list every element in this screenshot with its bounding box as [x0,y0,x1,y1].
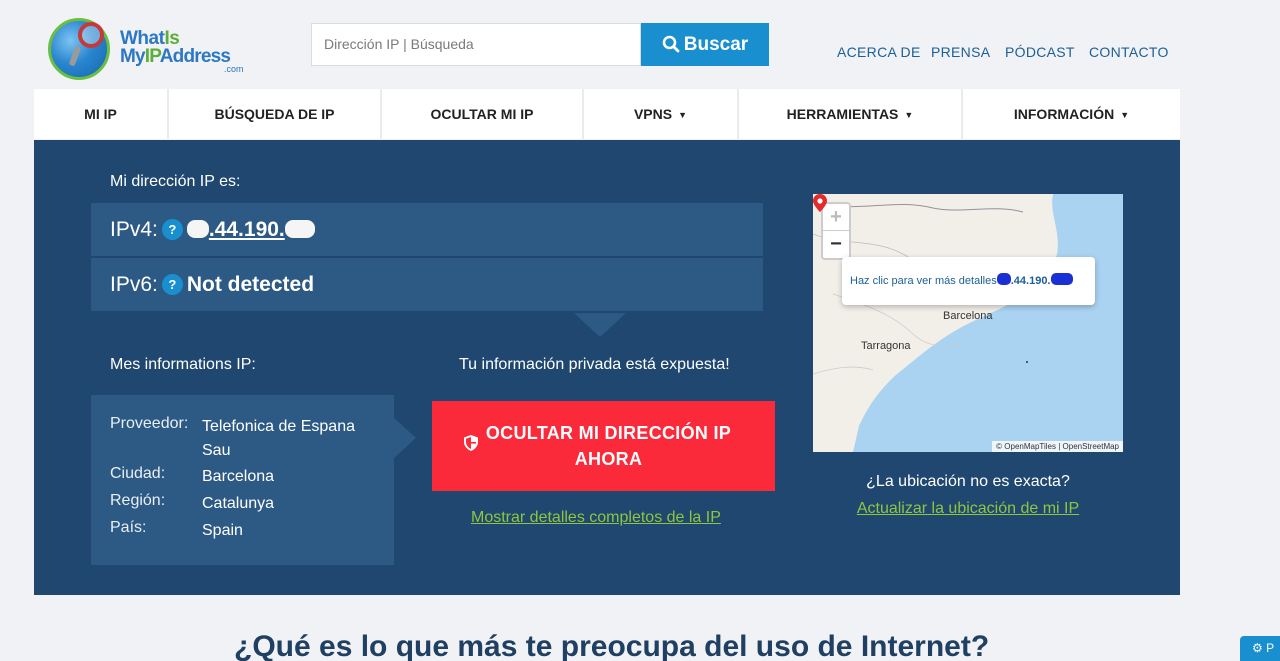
info-section-title: Mes informations IP: [110,356,256,373]
nav-label: HERRAMIENTAS [786,106,899,122]
ipv6-value: Not detected [186,273,315,296]
info-key: Ciudad: [110,465,166,482]
search-button-label: Buscar [683,34,749,55]
help-icon[interactable]: ? [161,274,183,295]
map-popup[interactable]: Haz clic para ver más detalles .44.190. [842,257,1095,305]
logo-text-domain: .com [224,64,244,74]
redaction-mark [996,273,1011,285]
nav-label: OCULTAR MI IP [430,106,534,122]
top-link-press[interactable]: PRENSA [931,44,990,60]
callout-pointer [394,418,416,458]
ip-info-panel: Mi dirección IP es: IPv4:? .44.190. IPv6:… [34,140,1180,595]
search-icon [662,35,680,53]
ipv6-label: IPv6: [110,273,158,296]
top-link-contact[interactable]: CONTACTO [1089,44,1169,60]
redaction-mark [186,220,209,238]
nav-label: VPNS [633,106,673,122]
info-key: Región: [110,492,166,509]
exposed-warning: Tu información privada está expuesta! [459,356,730,373]
zoom-out-button[interactable]: − [823,231,849,258]
nav-item-my-ip[interactable]: MI IP [34,89,167,139]
info-value: Spain [202,522,243,539]
site-logo[interactable]: WhatIs MyIPAddress .com [48,18,248,82]
nav-item-information[interactable]: INFORMACIÓN ▼ [963,89,1180,139]
ipv4-label: IPv4: [110,218,158,241]
location-map[interactable]: + − Haz clic para ver más detalles .44.19… [813,194,1123,452]
map-popup-ip: .44.190. [1010,275,1051,287]
info-value: Catalunya [202,495,275,512]
main-nav: MI IP BÚSQUEDA DE IP OCULTAR MI IP VPNS ▼… [34,89,1180,139]
info-key: País: [110,519,147,536]
settings-button[interactable]: ⚙ P [1240,636,1280,661]
page-headline: ¿Qué es lo que más te preocupa del uso d… [234,630,990,661]
ipv6-row: IPv6:? Not detected [91,258,763,311]
hide-ip-button[interactable]: OCULTAR MI DIRECCIÓN IP AHORA [432,401,775,491]
site-header: WhatIs MyIPAddress .com Dirección IP | B… [0,0,1280,88]
help-icon[interactable]: ? [161,219,183,240]
update-location-link[interactable]: Actualizar la ubicación de mi IP [813,500,1123,518]
hide-ip-button-line2: AHORA [574,449,643,469]
map-terrain [813,194,1058,452]
chevron-down-icon: ▼ [678,110,688,120]
nav-label: MI IP [84,106,117,122]
info-value: Barcelona [202,468,275,485]
ipv4-value[interactable]: .44.190. [209,218,285,241]
gear-icon: ⚙ [1252,641,1263,655]
chevron-down-icon: ▼ [1120,110,1130,120]
info-value: Telefonica de Espana Sau [202,418,355,459]
redaction-mark [1050,273,1073,285]
callout-pointer [574,313,626,337]
map-city-label: Tarragona [861,340,911,352]
redaction-mark [284,220,315,238]
info-key: Proveedor: [110,415,189,432]
top-link-about[interactable]: ACERCA DE [837,44,921,60]
search-input[interactable]: Dirección IP | Búsqueda [311,23,641,66]
nav-item-ip-lookup[interactable]: BÚSQUEDA DE IP [169,89,380,139]
nav-item-hide-ip[interactable]: OCULTAR MI IP [382,89,582,139]
shield-icon [464,435,478,451]
settings-button-label: P [1266,641,1275,655]
logo-text-line2: MyIPAddress [120,46,231,67]
nav-item-tools[interactable]: HERRAMIENTAS ▼ [739,89,961,139]
ip-section-title: Mi dirección IP es: [110,173,241,190]
map-city-label: Barcelona [943,310,993,322]
hide-ip-button-line1: OCULTAR MI DIRECCIÓN IP [485,423,732,443]
top-link-podcast[interactable]: PÓDCAST [1005,44,1075,60]
magnifier-icon [78,22,104,48]
map-popup-text: Haz clic para ver más detalles [850,275,997,287]
search-button[interactable]: Buscar [641,23,769,66]
full-details-link[interactable]: Mostrar detalles completos de la IP [471,509,721,527]
map-attribution[interactable]: © OpenMapTiles | OpenStreetMap [992,441,1123,452]
chevron-down-icon: ▼ [904,110,914,120]
location-question: ¿La ubicación no es exacta? [866,473,1070,490]
nav-label: BÚSQUEDA DE IP [214,106,335,122]
map-pin-icon[interactable] [813,194,827,212]
nav-item-vpns[interactable]: VPNS ▼ [584,89,737,139]
ipv4-row: IPv4:? .44.190. [91,203,763,256]
nav-label: INFORMACIÓN [1013,106,1115,122]
ip-details-box: Proveedor: Telefonica de Espana Sau Ciud… [91,395,394,565]
